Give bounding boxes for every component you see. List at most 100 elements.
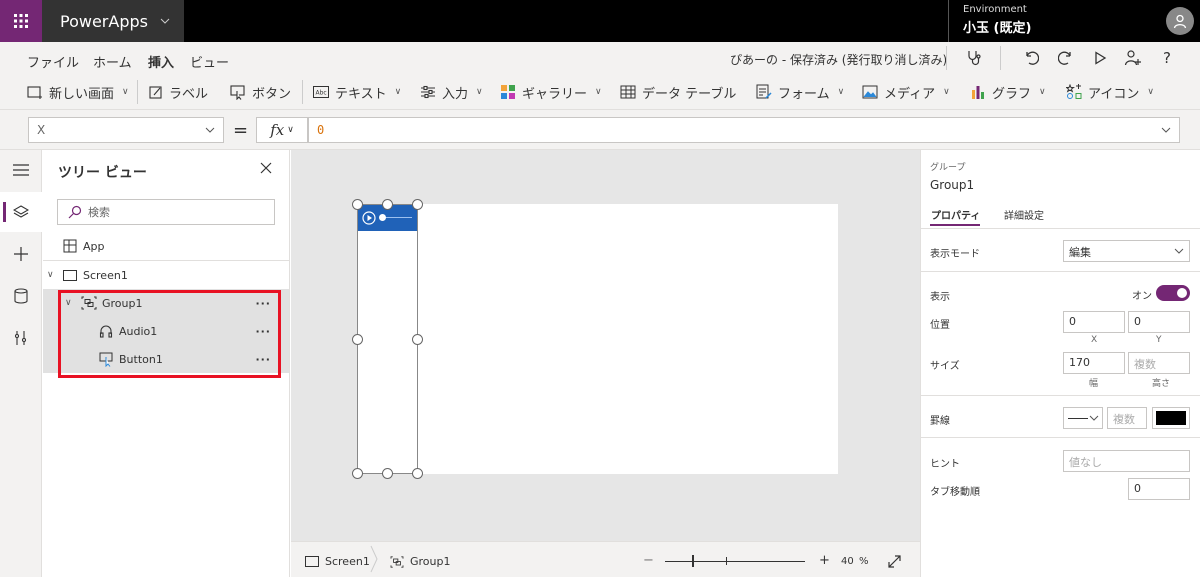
control-name: Group1 xyxy=(930,178,975,192)
zoom-slider-track[interactable] xyxy=(665,561,805,562)
chevron-down-icon: ∨ xyxy=(943,87,950,97)
menu-tab-home[interactable]: ホーム xyxy=(93,52,132,71)
screen1-canvas[interactable] xyxy=(357,204,838,474)
breadcrumb-group1[interactable]: Group1 xyxy=(390,555,451,568)
function-picker-button[interactable]: fx ∨ xyxy=(256,117,308,143)
visible-toggle[interactable] xyxy=(1156,285,1190,301)
expand-chevron-icon[interactable] xyxy=(1161,127,1171,133)
height-sublabel: 高さ xyxy=(1152,379,1171,389)
resize-handle[interactable] xyxy=(352,334,363,345)
chevron-down-icon[interactable]: ∨ xyxy=(47,270,59,280)
resize-handle[interactable] xyxy=(412,334,423,345)
media-label: メディア xyxy=(884,86,936,102)
resize-handle[interactable] xyxy=(352,468,363,479)
insert-button-button[interactable]: ボタン xyxy=(230,82,291,102)
menu-tab-view[interactable]: ビュー xyxy=(190,52,229,71)
hamburger-menu-icon[interactable] xyxy=(0,150,42,190)
more-options-icon[interactable]: ··· xyxy=(255,353,271,366)
border-width-input[interactable]: 複数 xyxy=(1107,407,1147,429)
app-checker-stethoscope-icon[interactable] xyxy=(962,46,986,70)
tab-properties[interactable]: プロパティ xyxy=(931,207,980,222)
resize-handle[interactable] xyxy=(382,468,393,479)
insert-text-button[interactable]: Abc テキスト ∨ xyxy=(313,82,401,102)
resize-handle[interactable] xyxy=(412,199,423,210)
user-avatar-icon[interactable] xyxy=(1166,7,1194,35)
new-screen-icon xyxy=(27,86,42,99)
redo-icon[interactable] xyxy=(1054,46,1078,70)
insert-input-button[interactable]: 入力 ∨ xyxy=(420,82,483,102)
insert-chart-button[interactable]: グラフ ∨ xyxy=(970,82,1046,102)
tree-item-screen1[interactable]: ∨ Screen1 xyxy=(43,261,289,289)
display-mode-dropdown[interactable]: 編集 xyxy=(1063,240,1190,262)
x-sublabel: X xyxy=(1091,335,1098,345)
help-icon[interactable]: ? xyxy=(1155,46,1179,70)
y-sublabel: Y xyxy=(1156,335,1162,345)
more-options-icon[interactable]: ··· xyxy=(255,325,271,338)
group1-selection[interactable] xyxy=(357,204,418,474)
advanced-tools-icon[interactable] xyxy=(0,318,42,358)
tree-item-label: Group1 xyxy=(102,296,143,310)
insert-media-button[interactable]: メディア ∨ xyxy=(862,82,950,102)
label-pencil-icon xyxy=(149,86,162,99)
new-screen-button[interactable]: 新しい画面 ∨ xyxy=(27,82,129,102)
app-switcher[interactable]: PowerApps xyxy=(42,0,184,42)
display-mode-label: 表示モード xyxy=(930,249,980,260)
zoom-in-button[interactable]: + xyxy=(819,553,830,568)
zoom-slider-thumb[interactable] xyxy=(692,555,694,567)
tree-item-app[interactable]: App xyxy=(43,232,289,260)
play-preview-icon[interactable] xyxy=(1088,46,1112,70)
close-icon[interactable] xyxy=(259,161,273,175)
breadcrumb-screen1[interactable]: Screen1 xyxy=(305,555,370,568)
play-circle-icon[interactable] xyxy=(362,211,376,225)
share-user-icon[interactable] xyxy=(1121,46,1145,70)
menu-tab-file[interactable]: ファイル xyxy=(27,52,79,71)
undo-icon[interactable] xyxy=(1019,46,1043,70)
text-abc-icon: Abc xyxy=(313,86,329,98)
environment-label: Environment xyxy=(963,4,1027,15)
resize-handle[interactable] xyxy=(352,199,363,210)
border-style-dropdown[interactable] xyxy=(1063,407,1103,429)
chevron-down-icon: ∨ xyxy=(837,87,845,97)
x-input[interactable]: 0 xyxy=(1063,311,1125,333)
tree-item-button1[interactable]: Button1 ··· xyxy=(43,345,289,373)
chevron-down-icon xyxy=(1089,415,1099,421)
more-options-icon[interactable]: ··· xyxy=(255,297,271,310)
tab-index-input[interactable]: 0 xyxy=(1128,478,1190,500)
chevron-down-icon[interactable]: ∨ xyxy=(65,298,77,308)
tree-view-title: ツリー ビュー xyxy=(58,165,147,181)
tab-advanced[interactable]: 詳細設定 xyxy=(1004,207,1044,222)
environment-picker[interactable]: Environment 小玉 (既定) xyxy=(948,0,1160,42)
insert-form-button[interactable]: フォーム ∨ xyxy=(756,82,844,102)
data-sources-database-icon[interactable] xyxy=(0,276,42,316)
width-input[interactable]: 170 xyxy=(1063,352,1125,374)
property-dropdown[interactable]: X xyxy=(28,117,224,143)
formula-input[interactable]: 0 xyxy=(308,117,1180,143)
height-input[interactable]: 複数 xyxy=(1128,352,1190,374)
insert-data-table-button[interactable]: データ テーブル xyxy=(620,82,736,102)
zoom-out-button[interactable]: − xyxy=(643,553,654,568)
tree-search-input[interactable]: 検索 xyxy=(57,199,275,225)
divider xyxy=(302,80,303,104)
tree-item-group1[interactable]: ∨ Group1 ··· xyxy=(43,289,289,317)
divider xyxy=(921,437,1200,438)
resize-handle[interactable] xyxy=(382,199,393,210)
insert-plus-icon[interactable] xyxy=(0,234,42,274)
app-launcher-icon[interactable] xyxy=(0,0,42,42)
insert-icon-button[interactable]: アイコン ∨ xyxy=(1066,82,1154,102)
audio-progress-thumb[interactable] xyxy=(379,214,386,221)
menu-tab-insert[interactable]: 挿入 xyxy=(148,52,175,77)
insert-gallery-button[interactable]: ギャラリー ∨ xyxy=(500,82,602,102)
tree-view-layers-icon[interactable] xyxy=(0,192,42,232)
tree-item-audio1[interactable]: Audio1 ··· xyxy=(43,317,289,345)
chart-label: グラフ xyxy=(992,86,1032,102)
gallery-icon xyxy=(501,85,515,99)
y-input[interactable]: 0 xyxy=(1128,311,1190,333)
border-color-picker[interactable] xyxy=(1152,407,1190,429)
fit-to-window-icon[interactable] xyxy=(888,555,901,568)
input-sliders-icon xyxy=(421,85,435,99)
chart-bars-icon xyxy=(972,86,984,99)
data-table-label: データ テーブル xyxy=(642,86,737,102)
insert-label-button[interactable]: ラベル xyxy=(149,82,208,102)
resize-handle[interactable] xyxy=(412,468,423,479)
hint-input[interactable]: 値なし xyxy=(1063,450,1190,472)
